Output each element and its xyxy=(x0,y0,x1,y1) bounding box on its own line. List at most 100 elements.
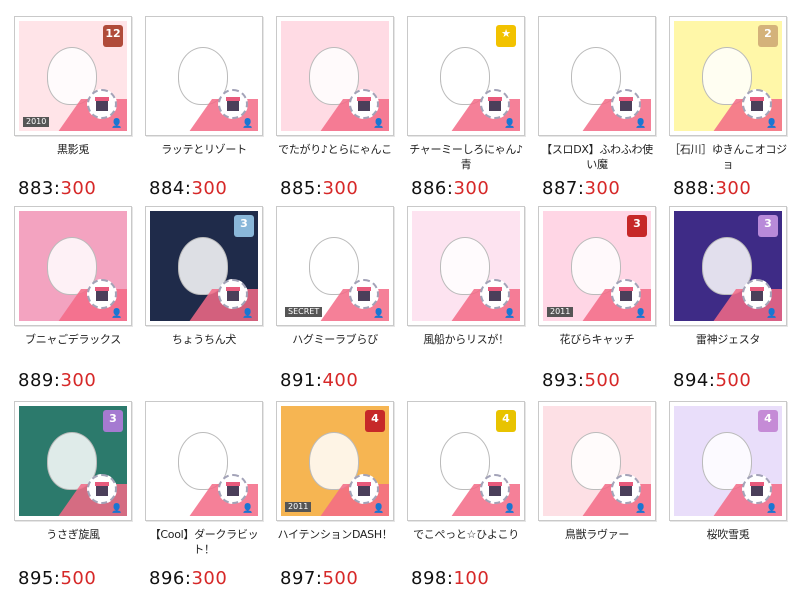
gift-icon[interactable] xyxy=(611,89,641,119)
gift-icon[interactable] xyxy=(480,474,510,504)
item-name[interactable]: 風船からリスが！ xyxy=(407,332,525,347)
user-plus-icon[interactable]: 👤 xyxy=(371,119,387,130)
item-thumbnail: 👤 3 2011 xyxy=(543,211,651,321)
gift-icon[interactable] xyxy=(742,279,772,309)
item-name[interactable]: でこぺっと☆ひよこり xyxy=(407,527,525,542)
item-name[interactable]: ブニャごデラックス xyxy=(14,332,132,347)
item-number-price: 893:500 xyxy=(542,370,620,391)
gift-icon[interactable] xyxy=(611,279,641,309)
year-label: 2011 xyxy=(285,502,312,512)
item-card[interactable]: 👤 2 xyxy=(669,16,787,136)
item-thumbnail: 👤 xyxy=(281,21,389,131)
item-name[interactable]: ハイテンションDASH！ xyxy=(276,527,394,542)
item-name[interactable]: 【Cool】ダークラビット！ xyxy=(145,527,263,557)
item-number: 883 xyxy=(18,178,54,199)
gift-icon[interactable] xyxy=(218,474,248,504)
item-number: 894 xyxy=(673,370,709,391)
item-card[interactable]: 👤 xyxy=(145,401,263,521)
user-plus-icon[interactable]: 👤 xyxy=(633,504,649,515)
item-name[interactable]: ちょうちん犬 xyxy=(145,332,263,347)
item-card[interactable]: 👤 4 xyxy=(669,401,787,521)
rarity-badge: ★ xyxy=(496,25,516,47)
user-plus-icon[interactable]: 👤 xyxy=(764,309,780,320)
gift-icon[interactable] xyxy=(87,89,117,119)
item-card[interactable]: 👤 xyxy=(538,16,656,136)
gift-icon[interactable] xyxy=(349,474,379,504)
item-price: 300 xyxy=(60,370,97,391)
user-plus-icon[interactable]: 👤 xyxy=(764,504,780,515)
item-number: 889 xyxy=(18,370,54,391)
item-card[interactable]: 👤 12 2010 xyxy=(14,16,132,136)
user-plus-icon[interactable]: 👤 xyxy=(109,504,125,515)
gift-icon[interactable] xyxy=(349,279,379,309)
item-number-price: 884:300 xyxy=(149,178,227,199)
item-card[interactable]: 👤 xyxy=(407,206,525,326)
item-card[interactable]: 👤 3 xyxy=(145,206,263,326)
item-thumbnail: 👤 4 xyxy=(674,406,782,516)
gift-icon[interactable] xyxy=(480,89,510,119)
item-card[interactable]: 👤 xyxy=(538,401,656,521)
item-number: 888 xyxy=(673,178,709,199)
gift-icon[interactable] xyxy=(218,89,248,119)
user-plus-icon[interactable]: 👤 xyxy=(502,309,518,320)
item-number-price: 885:300 xyxy=(280,178,358,199)
gift-icon[interactable] xyxy=(611,474,641,504)
item-name[interactable]: 黒影兎 xyxy=(14,142,132,157)
gift-icon[interactable] xyxy=(480,279,510,309)
item-price: 500 xyxy=(322,568,359,589)
gift-icon[interactable] xyxy=(349,89,379,119)
user-plus-icon[interactable]: 👤 xyxy=(240,119,256,130)
user-plus-icon[interactable]: 👤 xyxy=(764,119,780,130)
item-price: 300 xyxy=(60,178,97,199)
item-number-price: 897:500 xyxy=(280,568,358,589)
user-plus-icon[interactable]: 👤 xyxy=(240,309,256,320)
item-card[interactable]: 👤 3 xyxy=(14,401,132,521)
item-card[interactable]: 👤 xyxy=(276,16,394,136)
item-card[interactable]: 👤 4 xyxy=(407,401,525,521)
item-name[interactable]: 鳥獣ラヴァー xyxy=(538,527,656,542)
item-name[interactable]: 桜吹雪兎 xyxy=(669,527,787,542)
item-number: 884 xyxy=(149,178,185,199)
item-name[interactable]: うさぎ旋風 xyxy=(14,527,132,542)
item-price: 300 xyxy=(191,568,228,589)
user-plus-icon[interactable]: 👤 xyxy=(502,504,518,515)
item-name[interactable]: 雷神ジェスタ xyxy=(669,332,787,347)
item-price: 300 xyxy=(322,178,359,199)
item-name[interactable]: 花びらキャッチ xyxy=(538,332,656,347)
item-name[interactable]: 【スロDX】ふわふわ使い魔 xyxy=(538,142,656,172)
item-card[interactable]: 👤 SECRET xyxy=(276,206,394,326)
item-name[interactable]: でたがり♪とらにゃんこ xyxy=(276,142,394,157)
gift-icon[interactable] xyxy=(87,279,117,309)
gift-icon[interactable] xyxy=(742,89,772,119)
user-plus-icon[interactable]: 👤 xyxy=(371,504,387,515)
item-card[interactable]: 👤 3 2011 xyxy=(538,206,656,326)
item-thumbnail: 👤 xyxy=(543,406,651,516)
gift-icon[interactable] xyxy=(218,279,248,309)
item-price: 300 xyxy=(453,178,490,199)
gift-icon[interactable] xyxy=(742,474,772,504)
item-number-price: 894:500 xyxy=(673,370,751,391)
item-name[interactable]: ハグミーラブらび xyxy=(276,332,394,347)
item-card[interactable]: 👤 3 xyxy=(669,206,787,326)
item-name[interactable]: ［石川］ゆきんこオコジョ xyxy=(669,142,787,172)
item-card[interactable]: 👤 xyxy=(14,206,132,326)
user-plus-icon[interactable]: 👤 xyxy=(633,119,649,130)
user-plus-icon[interactable]: 👤 xyxy=(371,309,387,320)
item-number: 885 xyxy=(280,178,316,199)
item-name[interactable]: チャーミーしろにゃん♪青 xyxy=(407,142,525,172)
item-card[interactable]: 👤 ★ xyxy=(407,16,525,136)
rarity-badge: 4 xyxy=(365,410,385,432)
user-plus-icon[interactable]: 👤 xyxy=(633,309,649,320)
user-plus-icon[interactable]: 👤 xyxy=(502,119,518,130)
item-card[interactable]: 👤 xyxy=(145,16,263,136)
item-number-price: 883:300 xyxy=(18,178,96,199)
item-thumbnail: 👤 xyxy=(150,406,258,516)
user-plus-icon[interactable]: 👤 xyxy=(109,119,125,130)
rarity-badge: 12 xyxy=(103,25,123,47)
item-number-price: 889:300 xyxy=(18,370,96,391)
item-name[interactable]: ラッテとリゾート xyxy=(145,142,263,157)
gift-icon[interactable] xyxy=(87,474,117,504)
item-card[interactable]: 👤 4 2011 xyxy=(276,401,394,521)
user-plus-icon[interactable]: 👤 xyxy=(109,309,125,320)
user-plus-icon[interactable]: 👤 xyxy=(240,504,256,515)
